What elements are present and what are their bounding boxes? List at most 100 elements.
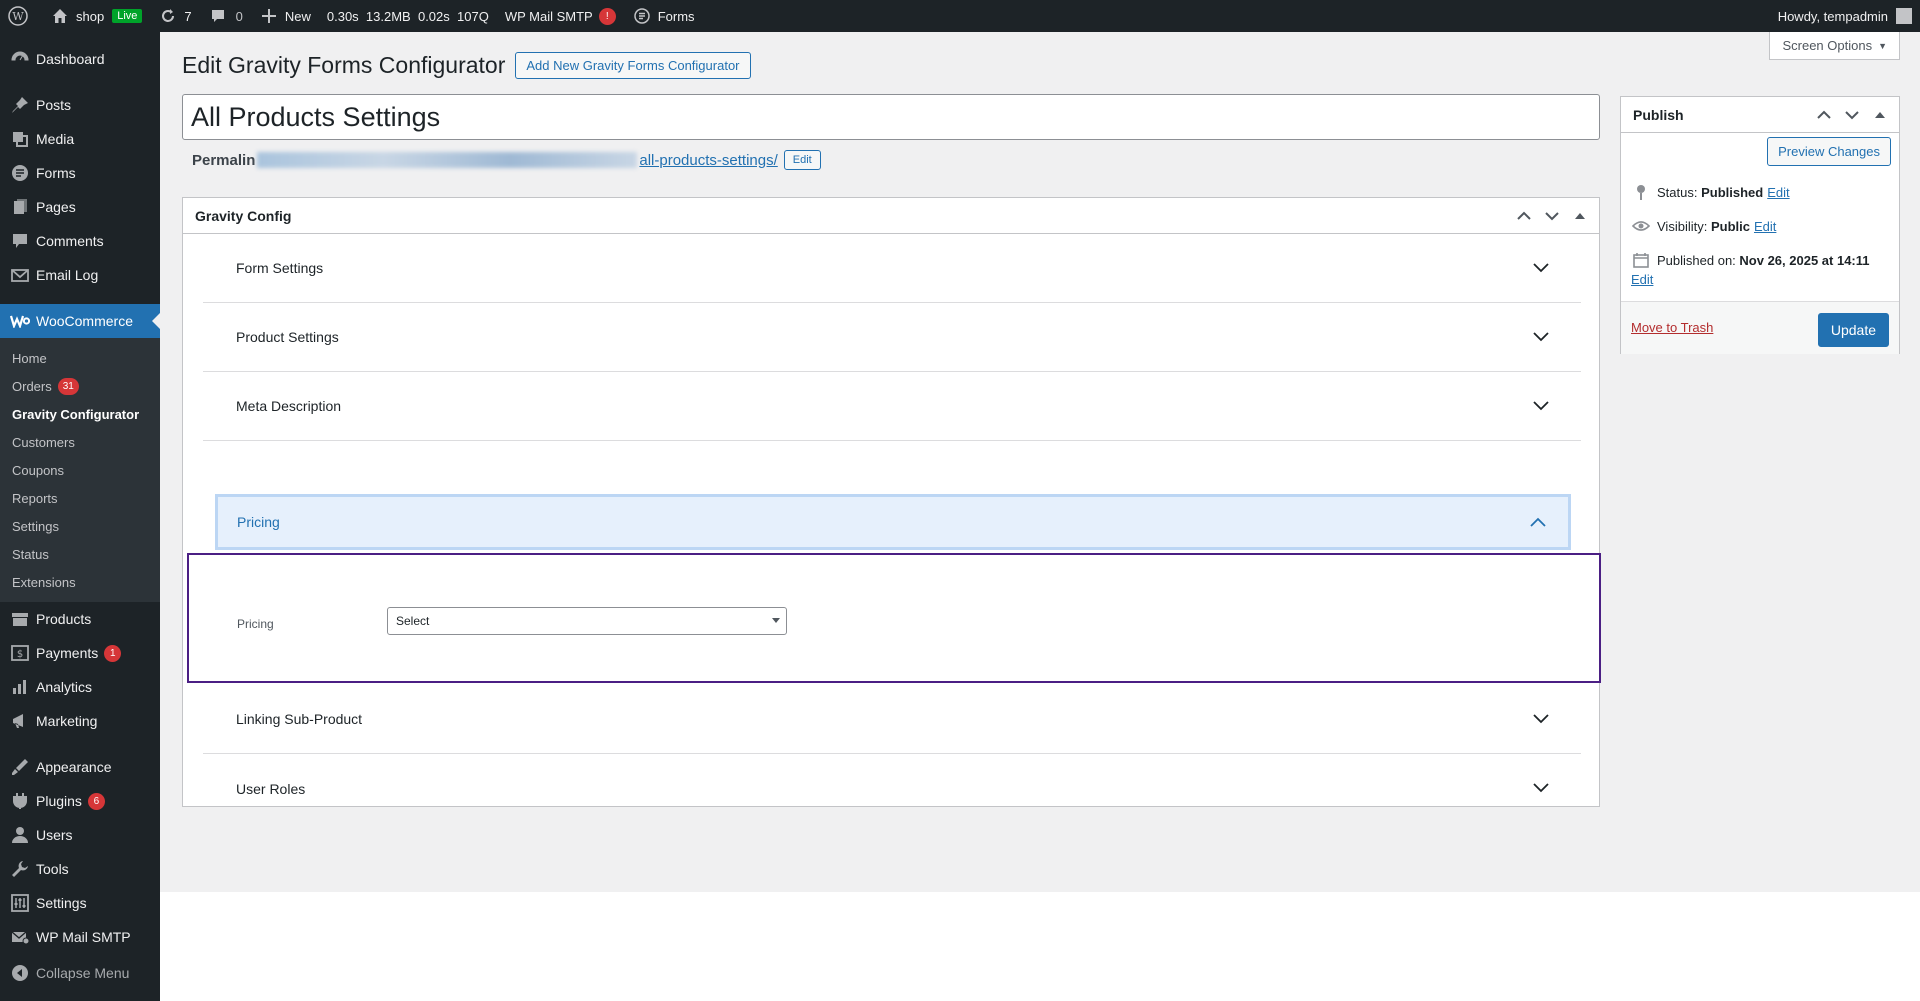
toggle-panel-button[interactable]: [1869, 104, 1891, 126]
submenu-gravity-configurator[interactable]: Gravity Configurator: [0, 400, 160, 428]
pin-icon: [10, 95, 30, 115]
submenu-extensions[interactable]: Extensions: [0, 568, 160, 596]
menu-label: Collapse Menu: [36, 965, 130, 981]
email-icon: [10, 265, 30, 285]
updates-link[interactable]: 7: [150, 0, 199, 32]
move-up-button[interactable]: [1813, 104, 1835, 126]
new-content-link[interactable]: New: [251, 0, 319, 32]
accordion-label: User Roles: [236, 780, 306, 797]
submenu-label: Customers: [12, 434, 75, 450]
wp-mail-smtp-link[interactable]: WP Mail SMTP !: [497, 0, 624, 32]
menu-label: Comments: [36, 233, 104, 249]
menu-analytics[interactable]: Analytics: [0, 670, 160, 704]
home-icon: [50, 6, 70, 26]
move-down-button[interactable]: [1541, 205, 1563, 227]
permalink-edit-button[interactable]: Edit: [783, 150, 821, 170]
submenu-settings[interactable]: Settings: [0, 512, 160, 540]
menu-label: WP Mail SMTP: [36, 929, 131, 945]
menu-pages[interactable]: Pages: [0, 190, 160, 224]
move-down-button[interactable]: [1841, 104, 1863, 126]
menu-label: Pages: [36, 199, 76, 215]
menu-marketing[interactable]: Marketing: [0, 704, 160, 738]
accordion-user-roles[interactable]: User Roles: [203, 754, 1581, 823]
menu-settings[interactable]: Settings: [0, 886, 160, 920]
wp-logo-button[interactable]: W: [0, 0, 42, 32]
svg-text:$: $: [17, 649, 23, 660]
menu-comments[interactable]: Comments: [0, 224, 160, 258]
accordion-meta-description[interactable]: Meta Description: [203, 372, 1581, 441]
appearance-icon: [10, 757, 30, 777]
updates-count: 7: [184, 8, 192, 24]
submenu-customers[interactable]: Customers: [0, 428, 160, 456]
menu-label: Appearance: [36, 759, 112, 775]
accordion-label: Form Settings: [236, 260, 324, 276]
collapse-menu-button[interactable]: Collapse Menu: [0, 956, 160, 990]
publish-box: Publish Preview Changes Status: Publishe…: [1620, 96, 1900, 354]
accordion-form-settings[interactable]: Form Settings: [203, 234, 1581, 303]
submenu-reports[interactable]: Reports: [0, 484, 160, 512]
status-edit-link[interactable]: Edit: [1767, 185, 1789, 200]
accordion-label: Pricing: [237, 514, 280, 530]
main-content: Screen Options ▼ Edit Gravity Forms Conf…: [160, 32, 1920, 892]
submenu-label: Orders: [12, 378, 52, 394]
pricing-select-value: Select: [396, 614, 430, 628]
post-title-input[interactable]: All Products Settings: [182, 94, 1600, 140]
site-name-link[interactable]: shop Live: [42, 0, 150, 32]
submenu-label: Status: [12, 546, 49, 562]
menu-users[interactable]: Users: [0, 818, 160, 852]
submenu-orders[interactable]: Orders 31: [0, 372, 160, 400]
permalink-blurred-url: [257, 152, 638, 168]
menu-label: Marketing: [36, 713, 98, 729]
dropdown-caret-icon: [772, 618, 780, 623]
update-button[interactable]: Update: [1817, 313, 1889, 347]
pages-icon: [10, 197, 30, 217]
menu-tools[interactable]: Tools: [0, 852, 160, 886]
payments-badge: 1: [104, 644, 122, 662]
menu-media[interactable]: Media: [0, 122, 160, 156]
published-label: Published on:: [1657, 252, 1736, 268]
pricing-select[interactable]: Select: [387, 607, 787, 635]
accordion-pricing[interactable]: Pricing: [215, 494, 1571, 550]
menu-woocommerce[interactable]: WooCommerce: [0, 304, 160, 338]
my-account-link[interactable]: Howdy, tempadmin: [1770, 0, 1920, 32]
submenu-home[interactable]: Home: [0, 344, 160, 372]
menu-appearance[interactable]: Appearance: [0, 750, 160, 784]
toggle-panel-button[interactable]: [1569, 205, 1591, 227]
menu-forms[interactable]: Forms: [0, 156, 160, 190]
query-monitor-link[interactable]: 0.30s 13.2MB 0.02s 107Q: [319, 0, 497, 32]
visibility-row: Visibility: Public Edit: [1631, 217, 1776, 235]
forms-icon: [10, 163, 30, 183]
submenu-coupons[interactable]: Coupons: [0, 456, 160, 484]
move-to-trash-link[interactable]: Move to Trash: [1631, 320, 1713, 335]
menu-label: Payments: [36, 645, 99, 661]
menu-dashboard[interactable]: Dashboard: [0, 42, 160, 76]
products-icon: [10, 609, 30, 629]
add-new-button[interactable]: Add New Gravity Forms Configurator: [515, 52, 751, 79]
forms-link[interactable]: Forms: [624, 0, 703, 32]
published-edit-link[interactable]: Edit: [1631, 272, 1653, 287]
chevron-down-icon: [1529, 256, 1553, 280]
menu-wp-mail-smtp[interactable]: WP Mail SMTP: [0, 920, 160, 954]
preview-changes-button[interactable]: Preview Changes: [1767, 137, 1891, 166]
menu-label: Media: [36, 131, 75, 147]
accordion-linking-sub-product[interactable]: Linking Sub-Product: [203, 685, 1581, 754]
perf-memory: 13.2MB: [365, 8, 411, 24]
forms-label: Forms: [657, 8, 695, 24]
menu-posts[interactable]: Posts: [0, 88, 160, 122]
submenu-label: Coupons: [12, 462, 65, 478]
menu-products[interactable]: Products: [0, 602, 160, 636]
status-value: Published: [1701, 184, 1764, 200]
analytics-icon: [10, 677, 30, 697]
menu-plugins[interactable]: Plugins 6: [0, 784, 160, 818]
screen-options-button[interactable]: Screen Options ▼: [1769, 32, 1900, 60]
published-on-row: Published on: Nov 26, 2025 at 14:11: [1631, 251, 1870, 269]
submenu-status[interactable]: Status: [0, 540, 160, 568]
comments-link[interactable]: 0: [200, 0, 251, 32]
admin-bar: W shop Live 7 0 New 0.30s 13.2MB 0.02s 1…: [0, 0, 1920, 32]
permalink-link[interactable]: all-products-settings/: [639, 152, 777, 169]
visibility-edit-link[interactable]: Edit: [1754, 219, 1776, 234]
menu-payments[interactable]: $ Payments 1: [0, 636, 160, 670]
menu-email-log[interactable]: Email Log: [0, 258, 160, 292]
accordion-product-settings[interactable]: Product Settings: [203, 303, 1581, 372]
move-up-button[interactable]: [1513, 205, 1535, 227]
